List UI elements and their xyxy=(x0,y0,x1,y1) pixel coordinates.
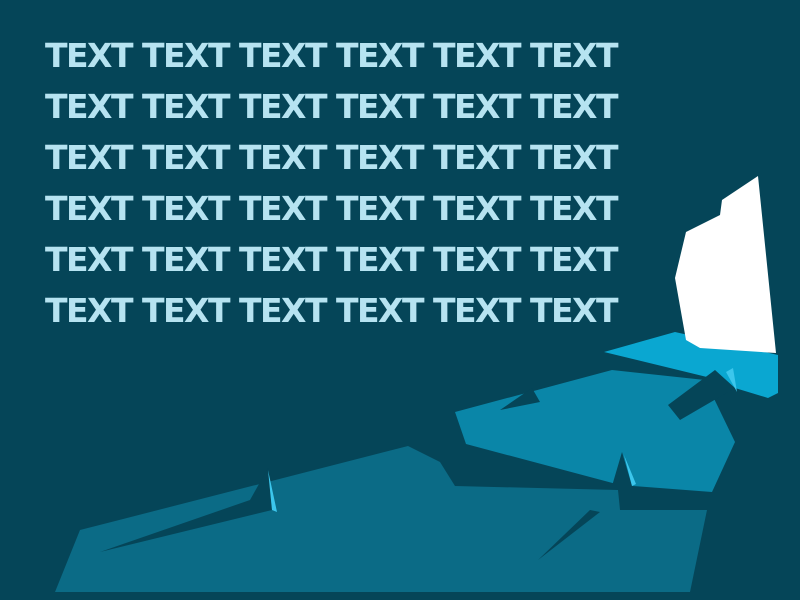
ice-floes-illustration xyxy=(55,176,778,592)
iceberg xyxy=(675,176,776,353)
